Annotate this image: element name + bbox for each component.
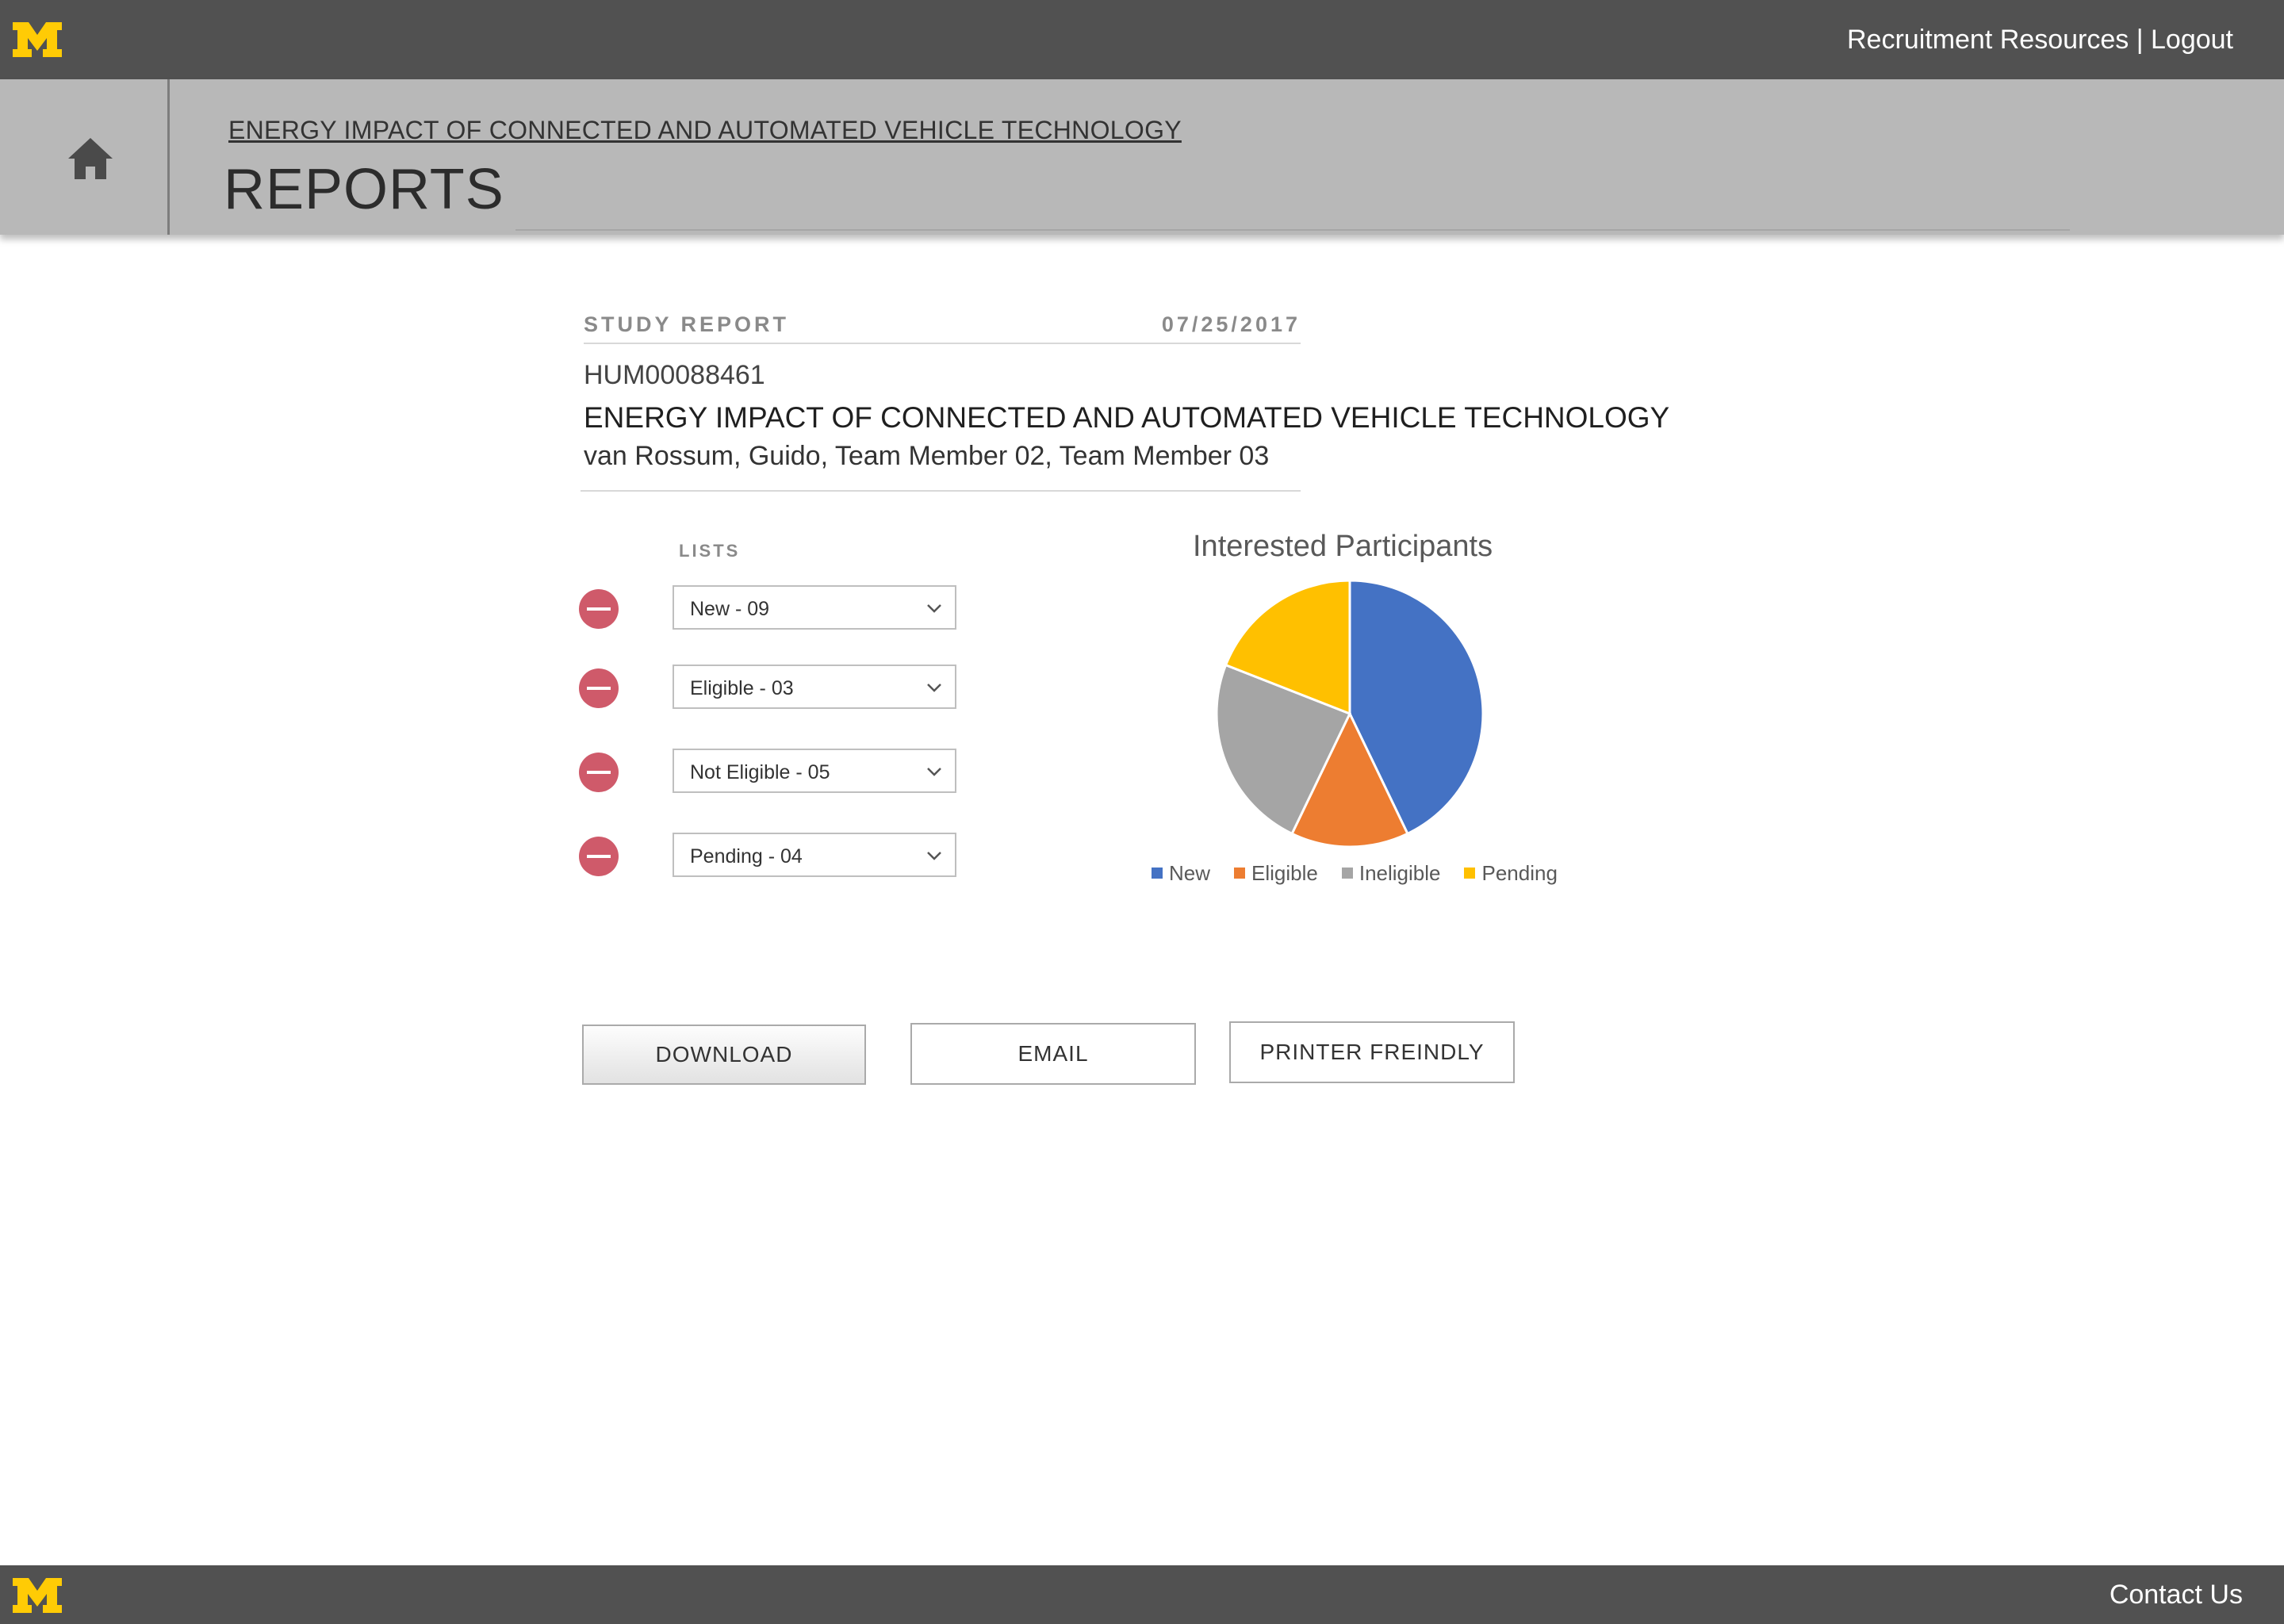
printer-friendly-button[interactable]: PRINTER FREINDLY [1229, 1021, 1515, 1083]
legend-swatch [1234, 868, 1246, 879]
list-row-not-eligible: Not Eligible - 05 [579, 749, 960, 793]
study-title: ENERGY IMPACT OF CONNECTED AND AUTOMATED… [584, 401, 1670, 434]
legend-item-eligible: Eligible [1234, 861, 1318, 886]
legend-item-pending: Pending [1464, 860, 1558, 886]
remove-list-not-eligible-icon[interactable] [579, 753, 619, 792]
remove-list-new-icon[interactable] [579, 589, 619, 629]
study-id: HUM00088461 [584, 360, 765, 390]
email-button[interactable]: EMAIL [910, 1023, 1196, 1085]
report-label: STUDY REPORT [584, 312, 790, 336]
top-bar: Recruitment Resources | Logout [0, 0, 2284, 79]
download-button[interactable]: DOWNLOAD [582, 1025, 866, 1085]
home-icon [68, 138, 113, 179]
chevron-down-icon [927, 604, 941, 613]
page-title: REPORTS [224, 158, 504, 221]
legend-item-new: New [1152, 861, 1210, 886]
block-m-logo[interactable] [11, 21, 63, 59]
page-header: ENERGY IMPACT OF CONNECTED AND AUTOMATED… [0, 79, 2284, 235]
report-divider [581, 490, 1301, 492]
legend-swatch [1152, 868, 1163, 879]
report-date: 07/25/2017 [1161, 312, 1301, 336]
link-separator: | [2136, 25, 2144, 55]
legend-swatch [1341, 868, 1353, 879]
list-select-value: Eligible - 03 [690, 677, 794, 699]
remove-list-pending-icon[interactable] [579, 837, 619, 876]
legend-label: Pending [1481, 860, 1558, 885]
block-m-logo[interactable] [11, 1576, 63, 1614]
list-select-pending[interactable]: Pending - 04 [673, 833, 956, 877]
study-team: van Rossum, Guido, Team Member 02, Team … [584, 441, 1270, 471]
list-select-value: New - 09 [690, 598, 770, 620]
list-select-value: Pending - 04 [690, 845, 803, 868]
footer-bar: Contact Us [0, 1565, 2284, 1624]
remove-list-eligible-icon[interactable] [579, 668, 619, 708]
chevron-down-icon [927, 684, 941, 692]
list-row-eligible: Eligible - 03 [579, 665, 960, 709]
chevron-down-icon [927, 768, 941, 776]
list-select-not-eligible[interactable]: Not Eligible - 05 [673, 749, 956, 793]
chevron-down-icon [927, 852, 941, 860]
legend-label: Eligible [1251, 860, 1318, 885]
lists-label: LISTS [679, 541, 741, 561]
list-row-pending: Pending - 04 [579, 833, 960, 877]
report-heading: STUDY REPORT 07/25/2017 [584, 309, 1301, 344]
legend-label: New [1169, 860, 1211, 885]
header-divider [515, 229, 2070, 231]
breadcrumb-study-link[interactable]: ENERGY IMPACT OF CONNECTED AND AUTOMATED… [228, 116, 1182, 145]
recruitment-resources-link[interactable]: Recruitment Resources [1847, 25, 2129, 55]
logout-link[interactable]: Logout [2151, 25, 2233, 55]
legend-item-ineligible: Ineligible [1341, 860, 1441, 886]
list-select-eligible[interactable]: Eligible - 03 [673, 665, 956, 709]
legend-swatch [1464, 868, 1476, 879]
list-row-new: New - 09 [579, 585, 960, 630]
pie-chart [1215, 579, 1485, 848]
list-select-new[interactable]: New - 09 [673, 585, 956, 630]
list-select-value: Not Eligible - 05 [690, 761, 830, 783]
home-button[interactable] [0, 79, 170, 235]
chart-legend: New Eligible Ineligible Pending [1152, 860, 1558, 887]
top-links: Recruitment Resources | Logout [1847, 24, 2233, 56]
legend-label: Ineligible [1359, 860, 1441, 885]
contact-us-link[interactable]: Contact Us [2110, 1580, 2243, 1611]
